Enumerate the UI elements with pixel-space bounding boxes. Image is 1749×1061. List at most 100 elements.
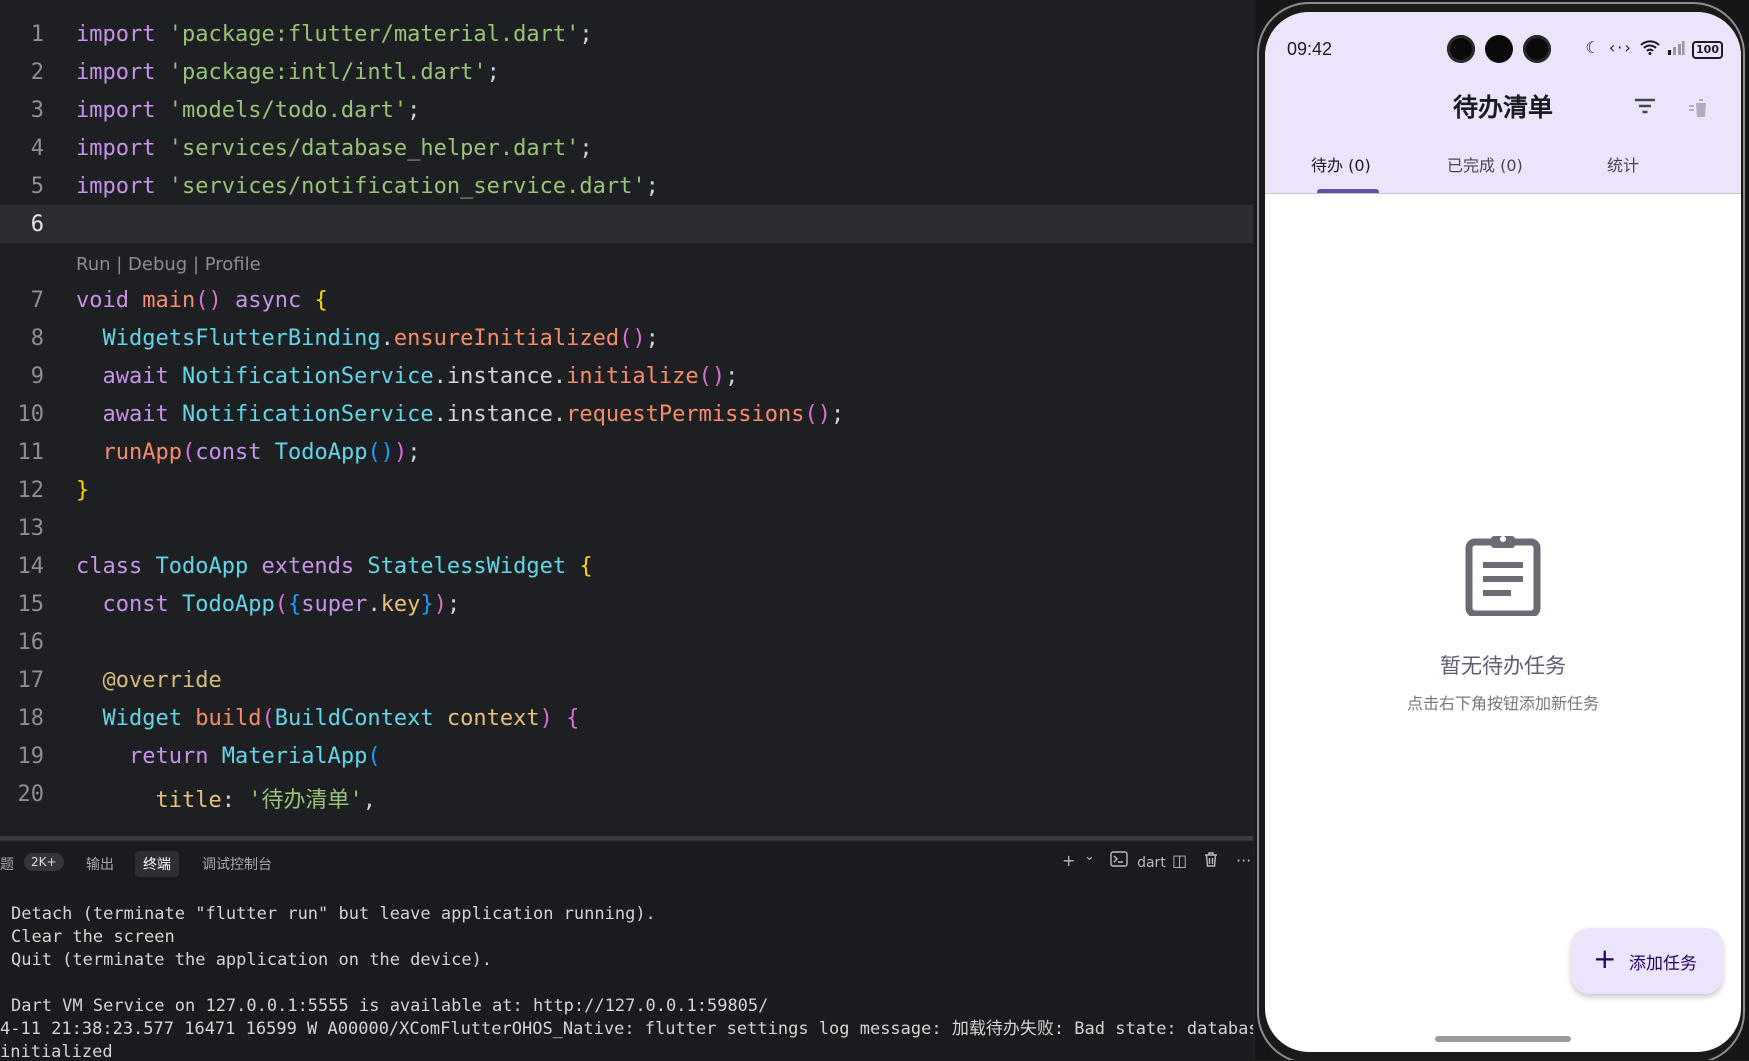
- code-line[interactable]: 12 }: [0, 471, 1253, 509]
- semicolon: ;: [831, 402, 845, 427]
- keyword: super: [301, 592, 368, 617]
- clear-completed-button[interactable]: [1687, 96, 1713, 126]
- more-actions-icon[interactable]: ···: [1236, 851, 1251, 870]
- parameter: context: [446, 706, 540, 731]
- string-literal: 'models/todo.dart': [168, 98, 408, 123]
- codelens-run-debug-profile[interactable]: Run | Debug | Profile: [76, 254, 261, 275]
- line-number: 3: [30, 98, 44, 123]
- keyword: await: [102, 364, 169, 389]
- keyword: import: [76, 174, 156, 199]
- tab-completed[interactable]: 已完成 (0): [1447, 152, 1523, 176]
- code-line[interactable]: 15 const TodoApp({super.key});: [0, 585, 1253, 623]
- keyword: async: [234, 288, 302, 313]
- type-name: WidgetsFlutterBinding: [102, 326, 381, 351]
- code-line[interactable]: 18 Widget build(BuildContext context) {: [0, 699, 1253, 737]
- semicolon: ;: [446, 592, 461, 617]
- home-indicator[interactable]: [1435, 1036, 1571, 1042]
- phone-screen: 09:42 ☾ ‹·› 100 待办清单 待办 (0) 已完成 (0) 统计 暂…: [1265, 12, 1741, 1052]
- split-terminal-icon[interactable]: ◫: [1172, 851, 1187, 870]
- tab-pending[interactable]: 待办 (0): [1311, 152, 1371, 176]
- app-bar: 09:42 ☾ ‹·› 100 待办清单 待办 (0) 已完成 (0) 统计: [1265, 12, 1741, 194]
- code-editor[interactable]: 1 import 'package:flutter/material.dart'…: [0, 0, 1253, 840]
- parameter: key: [380, 592, 421, 617]
- line-number: 13: [17, 516, 45, 541]
- moon-icon: ☾: [1585, 38, 1602, 57]
- code-line[interactable]: 1 import 'package:flutter/material.dart'…: [0, 15, 1253, 53]
- status-time: 09:42: [1287, 39, 1333, 59]
- wifi-icon: [1640, 40, 1660, 55]
- line-number: 15: [17, 592, 45, 617]
- code-line[interactable]: 3 import 'models/todo.dart';: [0, 91, 1253, 129]
- code-line[interactable]: 4 import 'services/database_helper.dart'…: [0, 129, 1253, 167]
- tab-problems[interactable]: 题: [0, 851, 22, 877]
- string-literal: '待办清单': [248, 788, 363, 813]
- keyword: await: [102, 402, 169, 427]
- terminal-line: 4-11 21:38:23.577 16471 16599 W A00000/X…: [0, 1019, 1253, 1039]
- tab-statistics[interactable]: 统计: [1607, 152, 1639, 176]
- code-line[interactable]: 10 await NotificationService.instance.re…: [0, 395, 1253, 433]
- line-number: 18: [17, 706, 45, 731]
- clipboard-icon: [1465, 536, 1541, 616]
- phone-bezel: 09:42 ☾ ‹·› 100 待办清单 待办 (0) 已完成 (0) 统计 暂…: [1257, 2, 1745, 1060]
- code-line[interactable]: 14 class TodoApp extends StatelessWidget…: [0, 547, 1253, 585]
- tab-debug-console[interactable]: 调试控制台: [194, 851, 280, 877]
- chevron-down-icon[interactable]: ⌄: [1084, 849, 1095, 864]
- filter-button[interactable]: [1633, 96, 1657, 122]
- semicolon: ;: [579, 136, 593, 161]
- type-name: NotificationService: [181, 364, 434, 389]
- code-line[interactable]: 5 import 'services/notification_service.…: [0, 167, 1253, 205]
- line-number: 12: [17, 478, 45, 503]
- code-line[interactable]: 19 return MaterialApp(: [0, 737, 1253, 775]
- semicolon: ;: [486, 60, 500, 85]
- code-line[interactable]: 9 await NotificationService.instance.ini…: [0, 357, 1253, 395]
- keyword: const: [195, 440, 262, 465]
- camera-icon: [1485, 35, 1513, 63]
- string-literal: 'services/notification_service.dart': [168, 174, 646, 199]
- new-terminal-icon[interactable]: +: [1062, 851, 1075, 870]
- code-line[interactable]: 13: [0, 509, 1253, 547]
- keyword: class: [76, 554, 143, 579]
- keyword: const: [102, 592, 169, 617]
- semicolon: ;: [407, 98, 421, 123]
- line-number: 9: [30, 364, 44, 389]
- kill-terminal-icon[interactable]: [1203, 851, 1219, 872]
- keyword: import: [76, 60, 156, 85]
- empty-state-subtitle: 点击右下角按钮添加新任务: [1406, 694, 1599, 713]
- add-task-label: 添加任务: [1629, 954, 1697, 974]
- terminal-output[interactable]: Detach (terminate "flutter run" but leav…: [0, 903, 1253, 1061]
- code-line[interactable]: 20 title: '待办清单',: [0, 775, 1253, 813]
- annotation: @override: [102, 668, 222, 693]
- type-name: Widget: [102, 706, 182, 731]
- type-name: MaterialApp: [221, 744, 368, 769]
- type-name: NotificationService: [181, 402, 434, 427]
- keyword: extends: [261, 554, 355, 579]
- panel-tabs: 题 2K+ 输出 终端 调试控制台 + ⌄ dart ◫ ···: [0, 841, 1253, 881]
- tab-output[interactable]: 输出: [78, 851, 122, 877]
- code-line[interactable]: 8 WidgetsFlutterBinding.ensureInitialize…: [0, 319, 1253, 357]
- code-line-current[interactable]: 6: [0, 205, 1253, 243]
- battery-icon: 100: [1692, 41, 1723, 59]
- tab-terminal[interactable]: 终端: [135, 851, 179, 877]
- keyword: import: [76, 22, 156, 47]
- camera-icon: [1447, 35, 1475, 63]
- data-transfer-icon: ‹·›: [1608, 38, 1633, 57]
- code-line[interactable]: 11 runApp(const TodoApp());: [0, 433, 1253, 471]
- line-number: 1: [30, 22, 44, 47]
- line-number: 14: [17, 554, 45, 579]
- signal-icon: [1667, 41, 1685, 55]
- plus-icon: +: [1593, 942, 1617, 975]
- terminal-line: Quit (terminate the application on the d…: [11, 950, 493, 970]
- type-name: TodoApp: [181, 592, 275, 617]
- line-number: 4: [30, 136, 44, 161]
- terminal-shell-button[interactable]: dart: [1110, 851, 1166, 871]
- code-line[interactable]: 17 @override: [0, 661, 1253, 699]
- code-line[interactable]: 2 import 'package:intl/intl.dart';: [0, 53, 1253, 91]
- add-task-button[interactable]: + 添加任务: [1571, 928, 1723, 994]
- delete-sweep-icon: [1689, 99, 1707, 117]
- semicolon: ;: [725, 364, 739, 389]
- code-line[interactable]: 7 void main() async {: [0, 281, 1253, 319]
- keyword: void: [76, 288, 129, 313]
- line-number: 17: [17, 668, 45, 693]
- code-line[interactable]: 16: [0, 623, 1253, 661]
